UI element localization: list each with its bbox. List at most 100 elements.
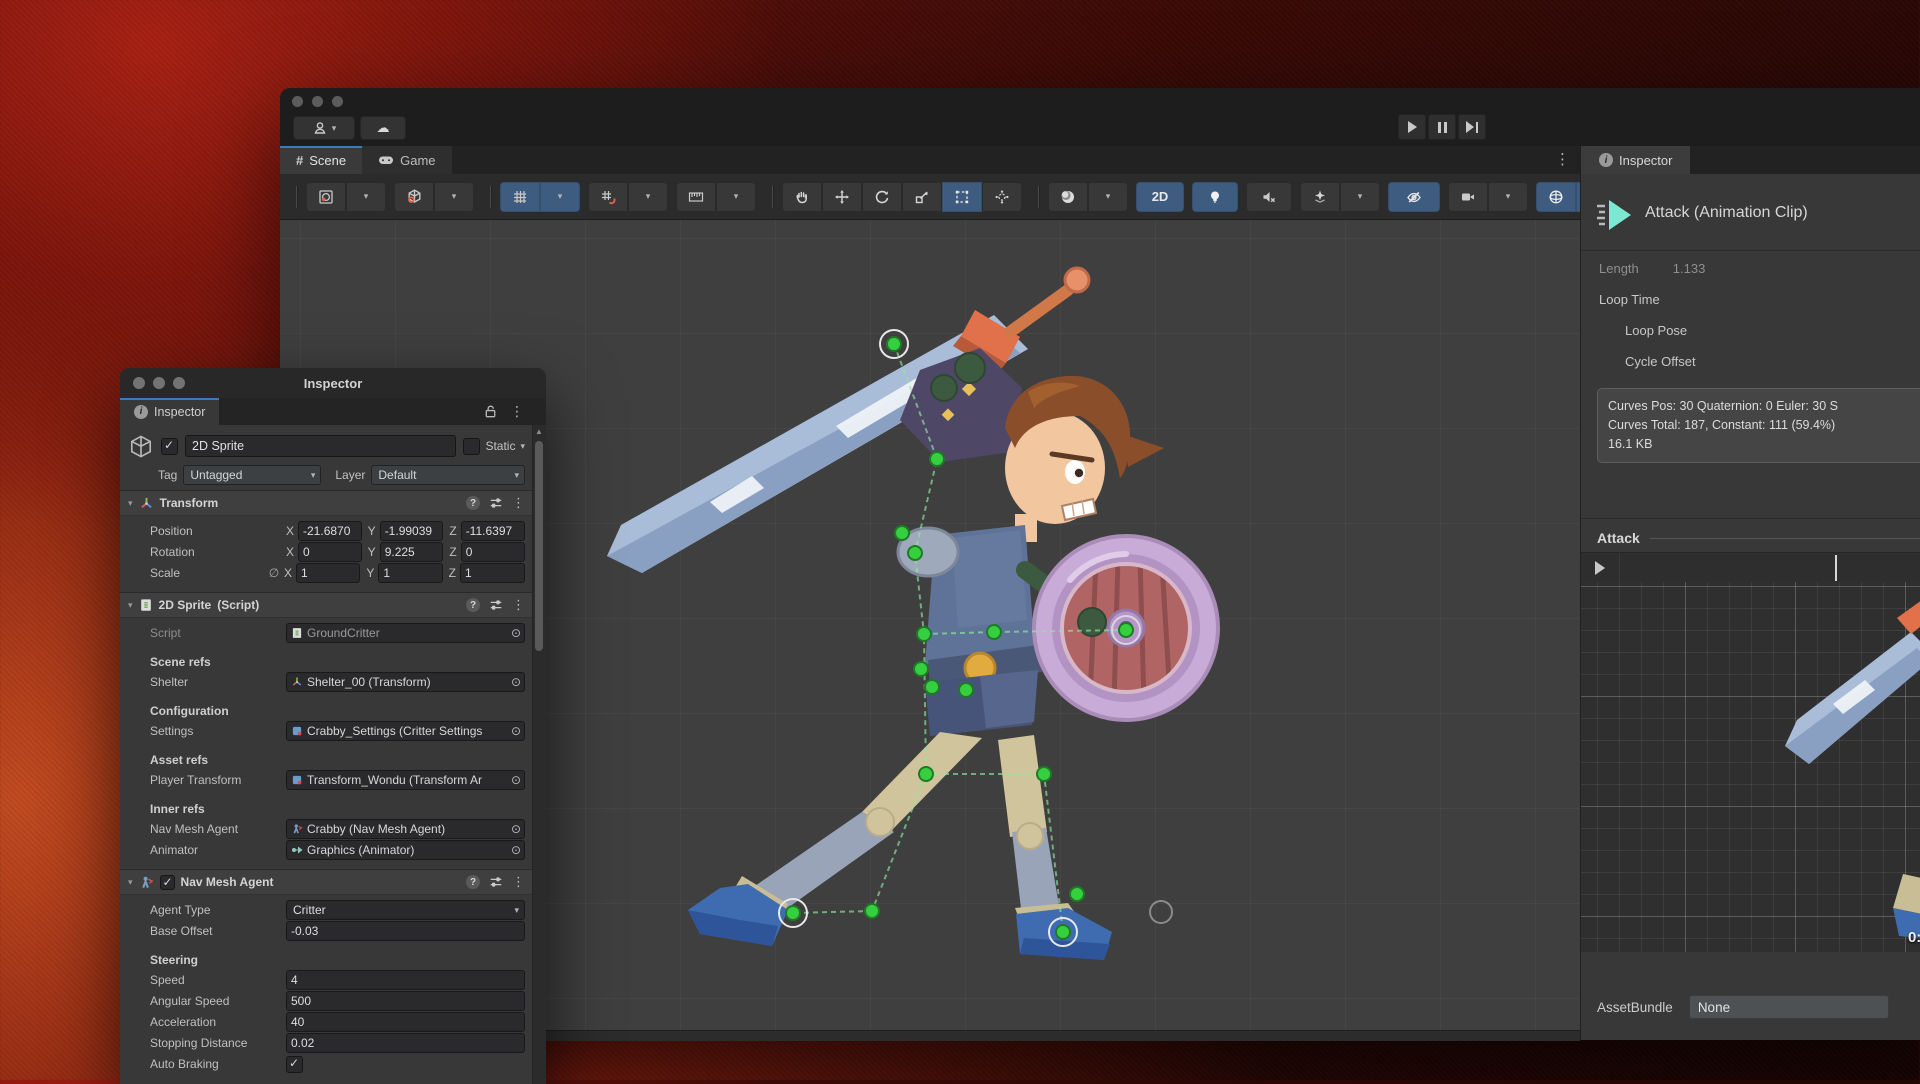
settings-object-field[interactable]: Crabby_Settings (Critter Settings ⊙ [286,721,525,741]
static-dropdown-icon[interactable]: ▾ [520,442,525,451]
scene-lighting-button[interactable] [1192,182,1238,212]
preview-header[interactable]: Attack [1581,524,1920,552]
camera-settings-dropdown[interactable]: ▾ [1488,182,1528,212]
rect-tool-button[interactable] [942,182,982,212]
move-tool-button[interactable] [822,182,862,212]
gameobject-cube-icon[interactable] [128,433,154,459]
static-checkbox[interactable] [463,438,480,455]
scene-visibility-button[interactable] [1388,182,1440,212]
preview-play-button[interactable] [1581,553,1620,583]
acceleration-field[interactable]: 40 [286,1012,525,1032]
agent-type-dropdown[interactable]: Critter ▾ [286,900,525,920]
minimize-button[interactable] [153,377,165,389]
tab-strip-menu-icon[interactable]: ⋮ [1555,150,1570,168]
2d-mode-button[interactable]: 2D [1136,182,1184,212]
stopping-distance-field[interactable]: 0.02 [286,1033,525,1053]
effects-dropdown[interactable]: ▾ [1340,182,1380,212]
layer-dropdown[interactable]: Default ▾ [371,465,525,485]
position-y-field[interactable]: -1.99039 [380,521,444,541]
scrollbar-thumb[interactable] [535,441,543,651]
tab-game[interactable]: Game [362,146,451,174]
scale-x-field[interactable]: 1 [296,563,360,583]
snap-increment-dropdown[interactable]: ▾ [716,182,756,212]
playhead[interactable] [1835,555,1837,581]
help-icon[interactable]: ? [466,496,480,510]
account-dropdown-button[interactable]: ▾ [293,116,355,140]
rotate-tool-button[interactable] [862,182,902,212]
scale-tool-button[interactable] [902,182,942,212]
zoom-button[interactable] [332,96,343,107]
position-x-field[interactable]: -21.6870 [298,521,362,541]
object-picker-icon[interactable]: ⊙ [511,773,521,787]
view-options-button[interactable] [306,182,346,212]
playmode-controls[interactable] [1398,114,1486,140]
snap-increment-button[interactable] [676,182,716,212]
sprite-script-header[interactable]: ▾ 2D Sprite (Script) ? ⋮ [120,593,533,618]
minimize-button[interactable] [312,96,323,107]
grid-snap-button[interactable] [588,182,628,212]
speed-field[interactable]: 4 [286,970,525,990]
zoom-button[interactable] [173,377,185,389]
play-button[interactable] [1398,114,1426,140]
draw-mode-button[interactable] [1048,182,1088,212]
close-button[interactable] [292,96,303,107]
presets-icon[interactable] [489,496,503,510]
scroll-up-icon[interactable]: ▲ [535,427,543,436]
tab-inspector[interactable]: i Inspector [120,398,219,425]
rotation-z-field[interactable]: 0 [461,542,525,562]
nav-mesh-agent-header[interactable]: ▾ Nav Mesh Agent ? ⋮ [120,870,533,895]
auto-braking-checkbox[interactable] [286,1056,303,1073]
shelter-object-field[interactable]: Shelter_00 (Transform) ⊙ [286,672,525,692]
kebab-menu-icon[interactable]: ⋮ [510,403,524,420]
pause-button[interactable] [1428,114,1456,140]
loop-pose-row[interactable]: Loop Pose [1581,317,1920,343]
preview-scrub-track[interactable] [1620,553,1920,583]
window-controls[interactable] [133,377,185,389]
pivot-mode-button[interactable] [394,182,434,212]
angular-speed-field[interactable]: 500 [286,991,525,1011]
rotation-x-field[interactable]: 0 [298,542,362,562]
draw-mode-dropdown[interactable]: ▾ [1088,182,1128,212]
object-picker-icon[interactable]: ⊙ [511,843,521,857]
camera-settings-button[interactable] [1448,182,1488,212]
presets-icon[interactable] [489,598,503,612]
hand-tool-button[interactable] [782,182,822,212]
scale-y-field[interactable]: 1 [378,563,442,583]
tab-scene[interactable]: # Scene [280,146,362,174]
effects-button[interactable] [1300,182,1340,212]
unlink-scale-icon[interactable]: ∅ [264,566,284,580]
gizmos-button[interactable] [1536,182,1576,212]
active-checkbox[interactable] [161,438,178,455]
kebab-menu-icon[interactable]: ⋮ [512,597,525,613]
grid-snap-dropdown[interactable]: ▾ [628,182,668,212]
cycle-offset-row[interactable]: Cycle Offset [1581,348,1920,374]
animator-object-field[interactable]: Graphics (Animator) ⊙ [286,840,525,860]
rotation-y-field[interactable]: 9.225 [380,542,444,562]
main-titlebar[interactable]: ▾ ☁ [280,88,1920,146]
close-button[interactable] [133,377,145,389]
preview-viewport[interactable]: 0:20 [1581,582,1920,952]
window-controls[interactable] [292,96,343,107]
step-button[interactable] [1458,114,1486,140]
scene-audio-button[interactable] [1246,182,1292,212]
presets-icon[interactable] [489,875,503,889]
pivot-mode-dropdown[interactable]: ▾ [434,182,474,212]
grid-visibility-button[interactable] [500,182,540,212]
tag-dropdown[interactable]: Untagged ▾ [183,465,321,485]
nav-mesh-agent-object-field[interactable]: Crabby (Nav Mesh Agent) ⊙ [286,819,525,839]
asset-bundle-dropdown[interactable]: None [1689,995,1889,1019]
cloud-services-button[interactable]: ☁ [360,116,406,140]
script-object-field[interactable]: GroundCritter ⊙ [286,623,525,643]
help-icon[interactable]: ? [466,598,480,612]
scale-z-field[interactable]: 1 [460,563,525,583]
foldout-icon[interactable]: ▾ [128,600,133,611]
lock-icon[interactable] [483,404,498,419]
help-icon[interactable]: ? [466,875,480,889]
scrollbar[interactable]: ▲ [532,425,546,1084]
grid-visibility-dropdown[interactable]: ▾ [540,182,580,212]
kebab-menu-icon[interactable]: ⋮ [512,495,525,511]
position-z-field[interactable]: -11.6397 [461,521,525,541]
kebab-menu-icon[interactable]: ⋮ [512,874,525,890]
base-offset-field[interactable]: -0.03 [286,921,525,941]
transform-header[interactable]: ▾ Transform ? ⋮ [120,491,533,516]
